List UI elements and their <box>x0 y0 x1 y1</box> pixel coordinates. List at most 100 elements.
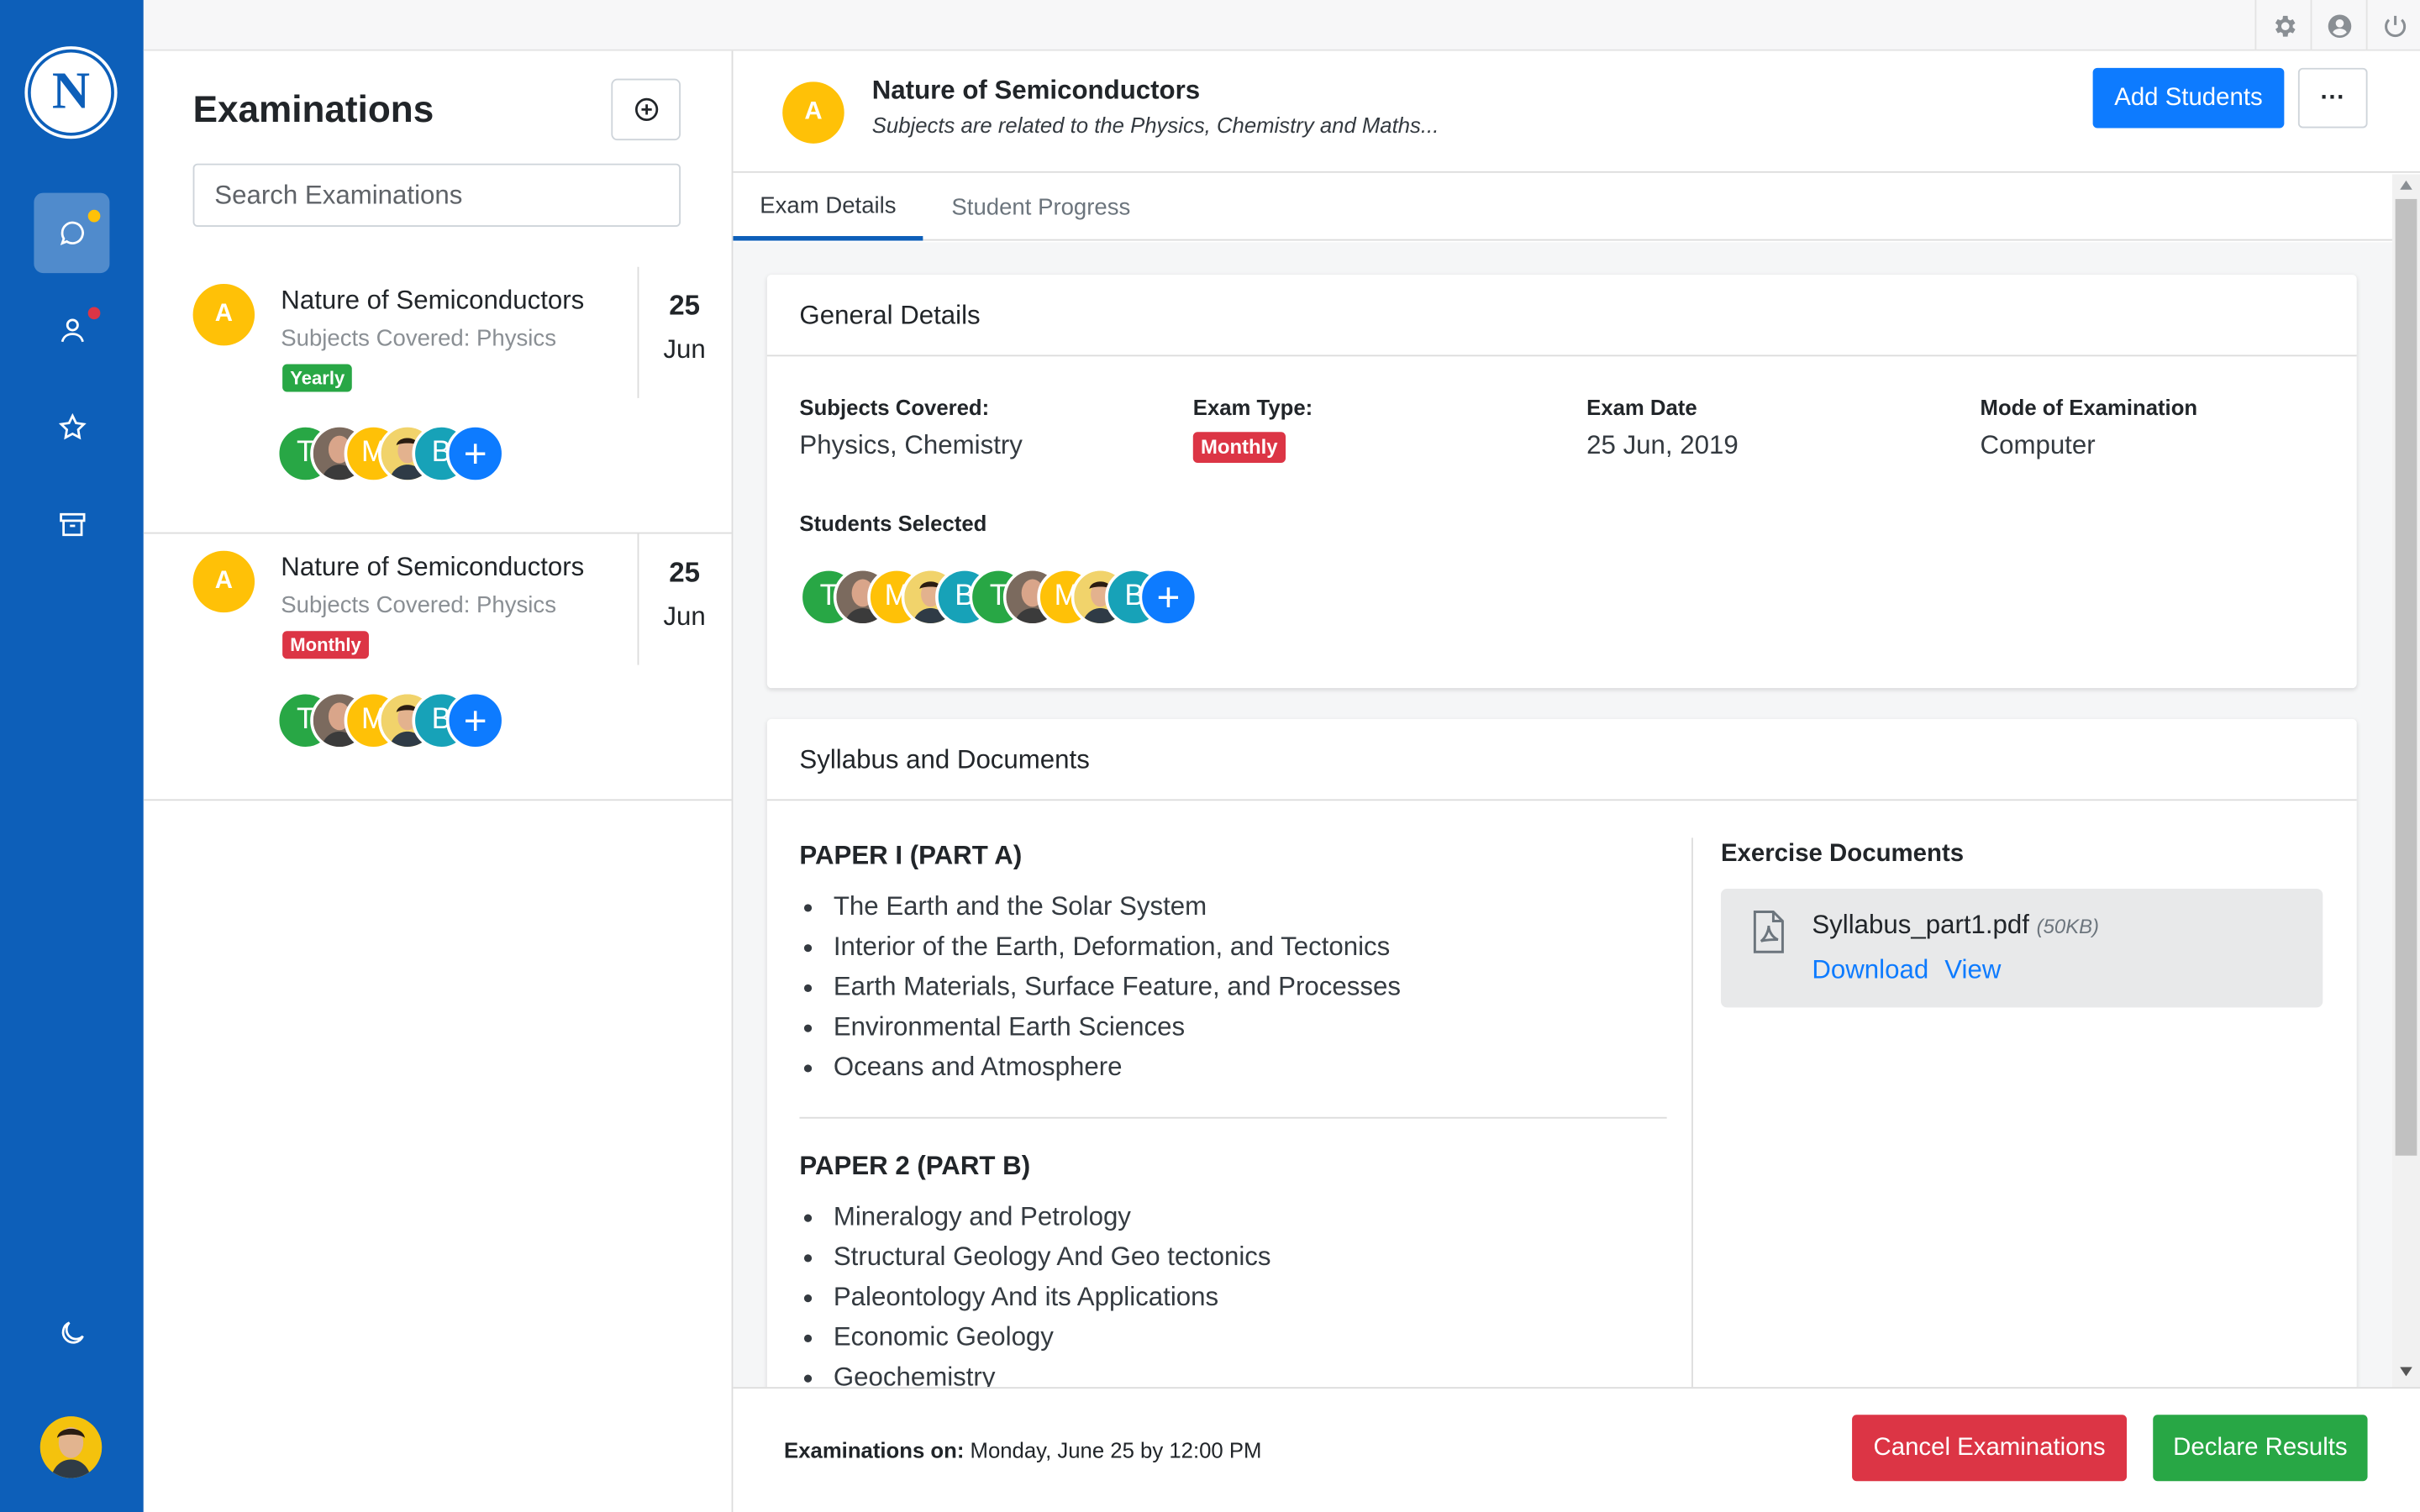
card-heading: General Details <box>766 275 2357 357</box>
paper-title: PAPER I (PART A) <box>799 841 1023 870</box>
exam-avatar: A <box>192 283 255 346</box>
notification-dot <box>87 209 101 223</box>
examinations-list-panel: Examinations A Nature of Semiconductors … <box>143 50 734 1512</box>
topic-item: Structural Geology And Geo tectonics <box>804 1237 1271 1278</box>
exam-detail-panel: A Nature of Semiconductors Subjects are … <box>733 50 2420 1512</box>
pdf-file-icon <box>1753 911 1784 953</box>
add-student-button[interactable]: + <box>445 690 505 750</box>
nav-chat[interactable] <box>34 192 110 274</box>
topic-item: Earth Materials, Surface Feature, and Pr… <box>803 968 1401 1008</box>
document-item: Syllabus_part1.pdf (50KB) Download View <box>1720 888 2323 1008</box>
mode-value: Computer <box>1980 430 2096 460</box>
archive-icon <box>59 512 85 537</box>
vertical-scrollbar[interactable] <box>2391 174 2420 1389</box>
more-options-button[interactable]: ··· <box>2297 67 2368 129</box>
scrollbar-thumb[interactable] <box>2395 198 2417 1156</box>
exam-type-badge: Monthly <box>282 631 369 659</box>
logo-letter: N <box>51 63 91 121</box>
tab-student-progress[interactable]: Student Progress <box>923 175 1159 241</box>
exam-list-item[interactable]: A Nature of Semiconductors Subjects Cove… <box>143 266 732 534</box>
power-icon <box>2384 14 2406 37</box>
topic-item: Interior of the Earth, Deformation, and … <box>803 927 1401 968</box>
exam-date: 25 Jun <box>637 266 730 398</box>
tab-exam-details[interactable]: Exam Details <box>733 175 923 241</box>
detail-header: A Nature of Semiconductors Subjects are … <box>733 51 2420 173</box>
plus-circle-icon <box>634 97 658 122</box>
declare-results-button[interactable]: Declare Results <box>2153 1415 2368 1482</box>
gear-icon <box>2274 14 2295 36</box>
add-students-button[interactable]: Add Students <box>2092 67 2285 129</box>
star-icon <box>57 412 86 440</box>
topic-item: Economic Geology <box>804 1318 1271 1358</box>
footer-bar: Examinations on: Monday, June 25 by 12:0… <box>733 1387 2420 1512</box>
app-logo[interactable]: N <box>28 49 114 136</box>
list-title: Examinations <box>192 89 434 132</box>
exam-day: 25 <box>669 290 700 322</box>
exam-type-badge: Yearly <box>282 364 353 392</box>
user-circle-icon <box>2327 13 2351 38</box>
exam-type-label: Exam Type: <box>1192 395 1313 420</box>
students-selected-label: Students Selected <box>799 510 987 536</box>
paper-title: PAPER 2 (PART B) <box>799 1151 1031 1181</box>
subjects-label: Subjects Covered: <box>799 395 990 420</box>
syllabus-card: Syllabus and Documents PAPER I (PART A) … <box>766 718 2357 1388</box>
scroll-down-arrow-icon[interactable] <box>2400 1367 2412 1377</box>
exam-title: Nature of Semiconductors <box>281 285 585 315</box>
schedule-label: Examinations on: <box>784 1437 965 1463</box>
topic-item: Paleontology And its Applications <box>804 1278 1271 1318</box>
subjects-value: Physics, Chemistry <box>799 430 1023 460</box>
tab-bar: Exam Details Student Progress <box>733 175 2392 241</box>
exam-day: 25 <box>669 557 700 588</box>
exam-date-label: Exam Date <box>1586 395 1697 420</box>
download-link[interactable]: Download <box>1812 955 1928 986</box>
nav-users[interactable] <box>34 290 109 370</box>
exam-title: Nature of Semiconductors <box>281 552 585 582</box>
user-avatar[interactable] <box>39 1416 103 1478</box>
top-bar <box>143 0 2420 51</box>
cancel-examinations-button[interactable]: Cancel Examinations <box>1852 1415 2128 1482</box>
exam-type-badge: Monthly <box>1192 432 1286 464</box>
exam-subjects: Subjects Covered: Physics <box>281 325 556 352</box>
topic-list: The Earth and the Solar System Interior … <box>803 887 1401 1088</box>
theme-toggle[interactable] <box>34 1293 109 1373</box>
exam-schedule: Examinations on: Monday, June 25 by 12:0… <box>784 1438 1261 1462</box>
scroll-up-arrow-icon[interactable] <box>2400 180 2412 190</box>
settings-button[interactable] <box>2254 0 2310 51</box>
nav-rail: N <box>0 0 144 1512</box>
topic-item: Environmental Earth Sciences <box>803 1007 1401 1047</box>
exam-date-value: 25 Jun, 2019 <box>1586 430 1739 460</box>
user-icon <box>60 318 83 343</box>
add-student-button[interactable]: + <box>1139 567 1198 627</box>
add-examination-button[interactable] <box>611 78 681 141</box>
paper-divider <box>799 1116 1667 1119</box>
topic-item: Oceans and Atmosphere <box>803 1047 1401 1088</box>
schedule-value: Monday, June 25 by 12:00 PM <box>970 1437 1262 1463</box>
exam-description: Subjects are related to the Physics, Che… <box>871 113 1439 138</box>
exam-title: Nature of Semiconductors <box>871 76 1201 105</box>
mode-label: Mode of Examination <box>1980 395 2198 420</box>
exam-month: Jun <box>663 334 706 365</box>
moon-icon <box>60 1321 83 1344</box>
profile-button[interactable] <box>2310 0 2366 51</box>
notification-dot <box>87 307 101 320</box>
avatar-photo <box>39 1416 103 1478</box>
exercise-documents-heading: Exercise Documents <box>1720 841 1965 868</box>
nav-favorites[interactable] <box>34 387 109 468</box>
chat-icon <box>59 221 83 245</box>
exam-subjects: Subjects Covered: Physics <box>281 592 556 619</box>
topic-list: Mineralogy and Petrology Structural Geol… <box>804 1197 1271 1387</box>
view-link[interactable]: View <box>1944 955 2001 986</box>
general-details-card: General Details Subjects Covered: Physic… <box>766 274 2357 689</box>
topic-item: The Earth and the Solar System <box>803 887 1401 927</box>
nav-archive[interactable] <box>34 485 109 565</box>
exam-list-item[interactable]: A Nature of Semiconductors Subjects Cove… <box>143 533 732 801</box>
document-size: (50KB) <box>2036 915 2100 938</box>
card-heading: Syllabus and Documents <box>766 719 2357 801</box>
exam-month: Jun <box>663 601 706 632</box>
add-student-button[interactable]: + <box>445 424 505 483</box>
topic-item: Mineralogy and Petrology <box>804 1197 1271 1237</box>
column-divider <box>1691 837 1693 1388</box>
search-input[interactable] <box>192 163 681 227</box>
tab-content: General Details Subjects Covered: Physic… <box>733 242 2392 1388</box>
logout-button[interactable] <box>2365 0 2420 51</box>
